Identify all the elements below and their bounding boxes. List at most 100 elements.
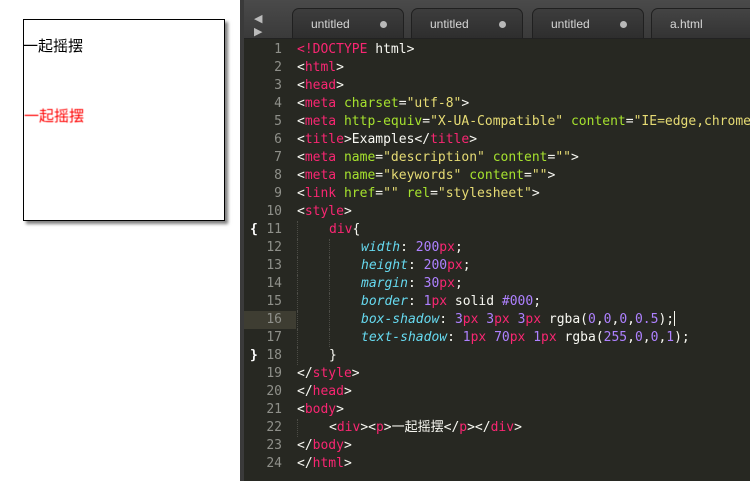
code-text: <title>Examples</title> [297, 131, 477, 149]
code-token: ; [462, 258, 471, 273]
code-token: 1 [462, 330, 471, 345]
code-area[interactable]: 1 <!DOCTYPE html> 2 <html> 3 <head> 4 <meta cha… [244, 39, 750, 481]
line-number: 11 [266, 222, 282, 237]
code-text: <meta name="description" content=""> [297, 149, 579, 167]
line-number: 9 [274, 186, 282, 201]
code-line[interactable]: 1 <!DOCTYPE html> [244, 41, 750, 59]
code-token: < [297, 96, 305, 111]
code-line[interactable]: 20 </head> [244, 383, 750, 401]
code-token: < [297, 60, 305, 75]
unsaved-dot-icon[interactable] [499, 21, 506, 28]
line-number: 23 [266, 438, 282, 453]
code-token: div [329, 222, 353, 237]
code-line[interactable]: 14 margin: 30px; [244, 275, 750, 293]
code-text: width: 200px; [361, 239, 463, 257]
line-number: 15 [266, 294, 282, 309]
tab-untitled-2[interactable]: untitled [411, 8, 523, 38]
code-line[interactable]: 3 <head> [244, 77, 750, 95]
code-token: < [297, 132, 305, 147]
code-token: > [343, 384, 352, 399]
tab-untitled-1[interactable]: untitled [292, 8, 404, 38]
code-token: = [375, 168, 384, 183]
line-number: 6 [274, 132, 282, 147]
code-line[interactable]: 5 <meta http-equiv="X-UA-Compatible" cont… [244, 113, 750, 131]
code-token: > [336, 60, 344, 75]
code-line[interactable]: 24 </html> [244, 455, 750, 473]
code-token: < [297, 78, 305, 93]
code-line[interactable]: 23 </body> [244, 437, 750, 455]
code-line[interactable]: 19 </style> [244, 365, 750, 383]
code-token: < [297, 186, 305, 201]
code-line[interactable]: } 18} [244, 347, 750, 365]
tab-a-html[interactable]: a.html [651, 8, 750, 38]
code-line[interactable]: 17 text-shadow: 1px 70px 1px rgba(255,0,0… [244, 329, 750, 347]
code-token: >Examples</ [343, 132, 431, 147]
line-number: 4 [274, 96, 282, 111]
code-line[interactable]: 13 height: 200px; [244, 257, 750, 275]
code-line[interactable]: 4 <meta charset="utf-8"> [244, 95, 750, 113]
indent-guide [329, 293, 331, 311]
indent-guide [297, 419, 299, 437]
code-token: 70 [494, 330, 510, 345]
code-token: 30 [423, 276, 440, 291]
code-text: <meta name="keywords" content=""> [297, 167, 555, 185]
gutter: 22 [244, 419, 296, 437]
code-token: < [297, 402, 305, 417]
code-token: width [361, 240, 401, 255]
code-token: < [297, 168, 305, 183]
code-line[interactable]: 7 <meta name="description" content=""> [244, 149, 750, 167]
code-line[interactable]: {11 div{ [244, 221, 750, 239]
code-token: title [430, 132, 470, 147]
code-line[interactable]: 10 <style> [244, 203, 750, 221]
code-token: text-shadow [361, 330, 448, 345]
code-line[interactable]: 6 <title>Examples</title> [244, 131, 750, 149]
code-text: <div><p>一起摇摆</p></div> [329, 419, 522, 437]
code-token: "keywords" [383, 168, 462, 183]
gutter: 1 [244, 41, 296, 59]
code-text: height: 200px; [361, 257, 471, 275]
code-token: : [407, 258, 424, 273]
demo-paragraph: 一起摇摆 [23, 37, 84, 55]
code-line[interactable]: 15 border: 1px solid #000; [244, 293, 750, 311]
code-editor: ◀ ▶ untitled untitled untitled a.html 1 <… [240, 0, 750, 481]
fold-marker-icon[interactable]: } [250, 347, 258, 365]
code-token: 0 [619, 312, 628, 327]
code-token: html> [367, 42, 415, 57]
code-token: 200 [415, 240, 440, 255]
indent-guide [297, 311, 299, 329]
code-token: name [343, 150, 376, 165]
code-line[interactable]: 21 <body> [244, 401, 750, 419]
code-token: rel [406, 186, 431, 201]
code-token: > [343, 204, 352, 219]
line-number: 18 [266, 348, 282, 363]
code-text: } [329, 347, 337, 365]
code-token: <!DOCTYPE [297, 42, 368, 57]
code-line[interactable]: 12 width: 200px; [244, 239, 750, 257]
gutter: 2 [244, 59, 296, 77]
code-line[interactable]: 8 <meta name="keywords" content=""> [244, 167, 750, 185]
code-token: "IE=edge,chrome [633, 114, 750, 129]
code-token: 3 [486, 312, 495, 327]
line-number: 10 [266, 204, 282, 219]
code-token: { [352, 222, 361, 237]
code-line[interactable]: 9 <link href="" rel="stylesheet"> [244, 185, 750, 203]
unsaved-dot-icon[interactable] [380, 21, 387, 28]
code-line[interactable]: 2 <html> [244, 59, 750, 77]
code-token: = [375, 150, 384, 165]
tab-untitled-3[interactable]: untitled [532, 8, 644, 38]
code-token: : [447, 330, 463, 345]
line-number: 12 [266, 240, 282, 255]
fold-marker-icon[interactable]: { [250, 221, 258, 239]
code-line[interactable]: 22 <div><p>一起摇摆</p></div> [244, 419, 750, 437]
code-token: 1 [666, 330, 675, 345]
code-line[interactable]: 16 box-shadow: 3px 3px 3px rgba(0,0,0,0.5… [244, 311, 750, 329]
line-number: 2 [274, 60, 282, 75]
code-token: meta [304, 168, 337, 183]
unsaved-dot-icon[interactable] [620, 21, 627, 28]
code-token: style [312, 366, 352, 381]
tab-nav-arrows-icon[interactable]: ◀ ▶ [254, 12, 284, 38]
code-token: rgba( [541, 312, 589, 327]
indent-guide [297, 257, 299, 275]
code-token: ); [674, 330, 690, 345]
code-token: > [336, 402, 344, 417]
